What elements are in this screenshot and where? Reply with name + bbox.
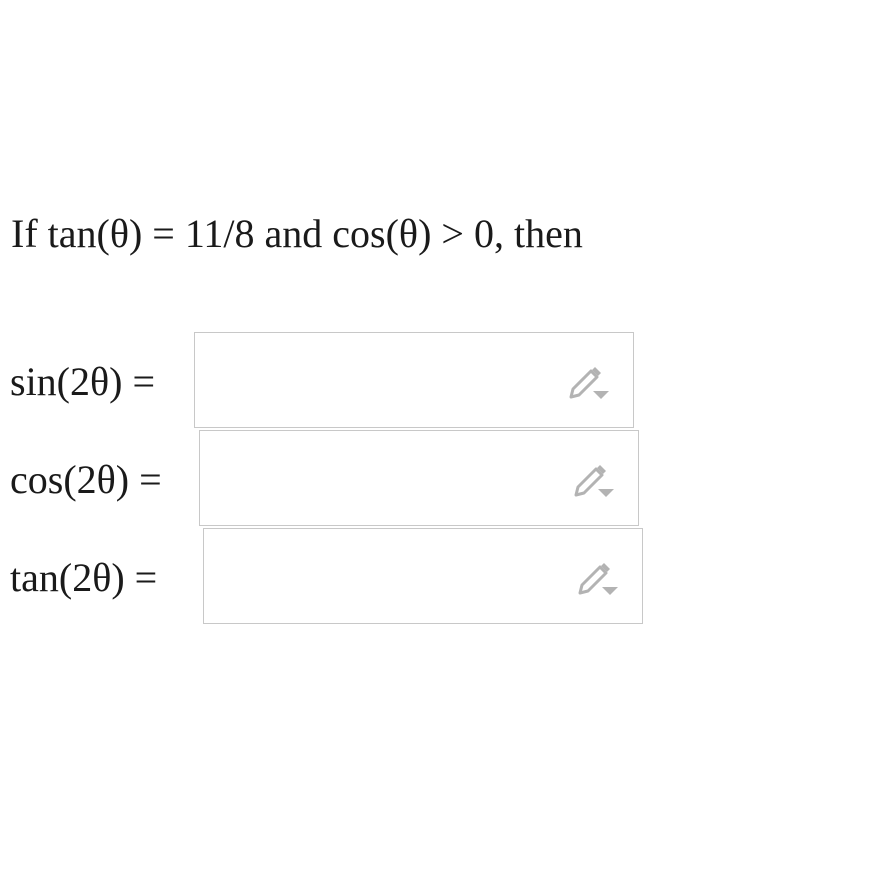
answer-input-sin[interactable] bbox=[194, 332, 634, 428]
given-tan-equation: tan(θ) = 11/8 bbox=[47, 211, 255, 256]
question-lead: If bbox=[11, 211, 48, 256]
answer-input-cos[interactable] bbox=[199, 430, 639, 526]
pencil-dropdown-icon[interactable] bbox=[570, 457, 616, 503]
answer-label-sin: sin(2θ) = bbox=[10, 358, 156, 404]
pencil-dropdown-icon[interactable] bbox=[565, 359, 611, 405]
answer-row-cos: cos(2θ) = bbox=[10, 430, 162, 528]
answer-label-tan: tan(2θ) = bbox=[10, 554, 158, 600]
question-text: If tan(θ) = 11/8 and cos(θ) > 0, then bbox=[11, 208, 583, 260]
given-cos-inequality: cos(θ) > 0 bbox=[332, 211, 494, 256]
answer-row-tan: tan(2θ) = bbox=[10, 528, 157, 626]
answer-input-tan[interactable] bbox=[203, 528, 643, 624]
question-conjunction: and bbox=[254, 211, 333, 256]
question-tail: , then bbox=[493, 211, 583, 256]
pencil-dropdown-icon[interactable] bbox=[574, 555, 620, 601]
answer-row-sin: sin(2θ) = bbox=[10, 332, 155, 430]
answer-label-cos: cos(2θ) = bbox=[10, 456, 162, 502]
